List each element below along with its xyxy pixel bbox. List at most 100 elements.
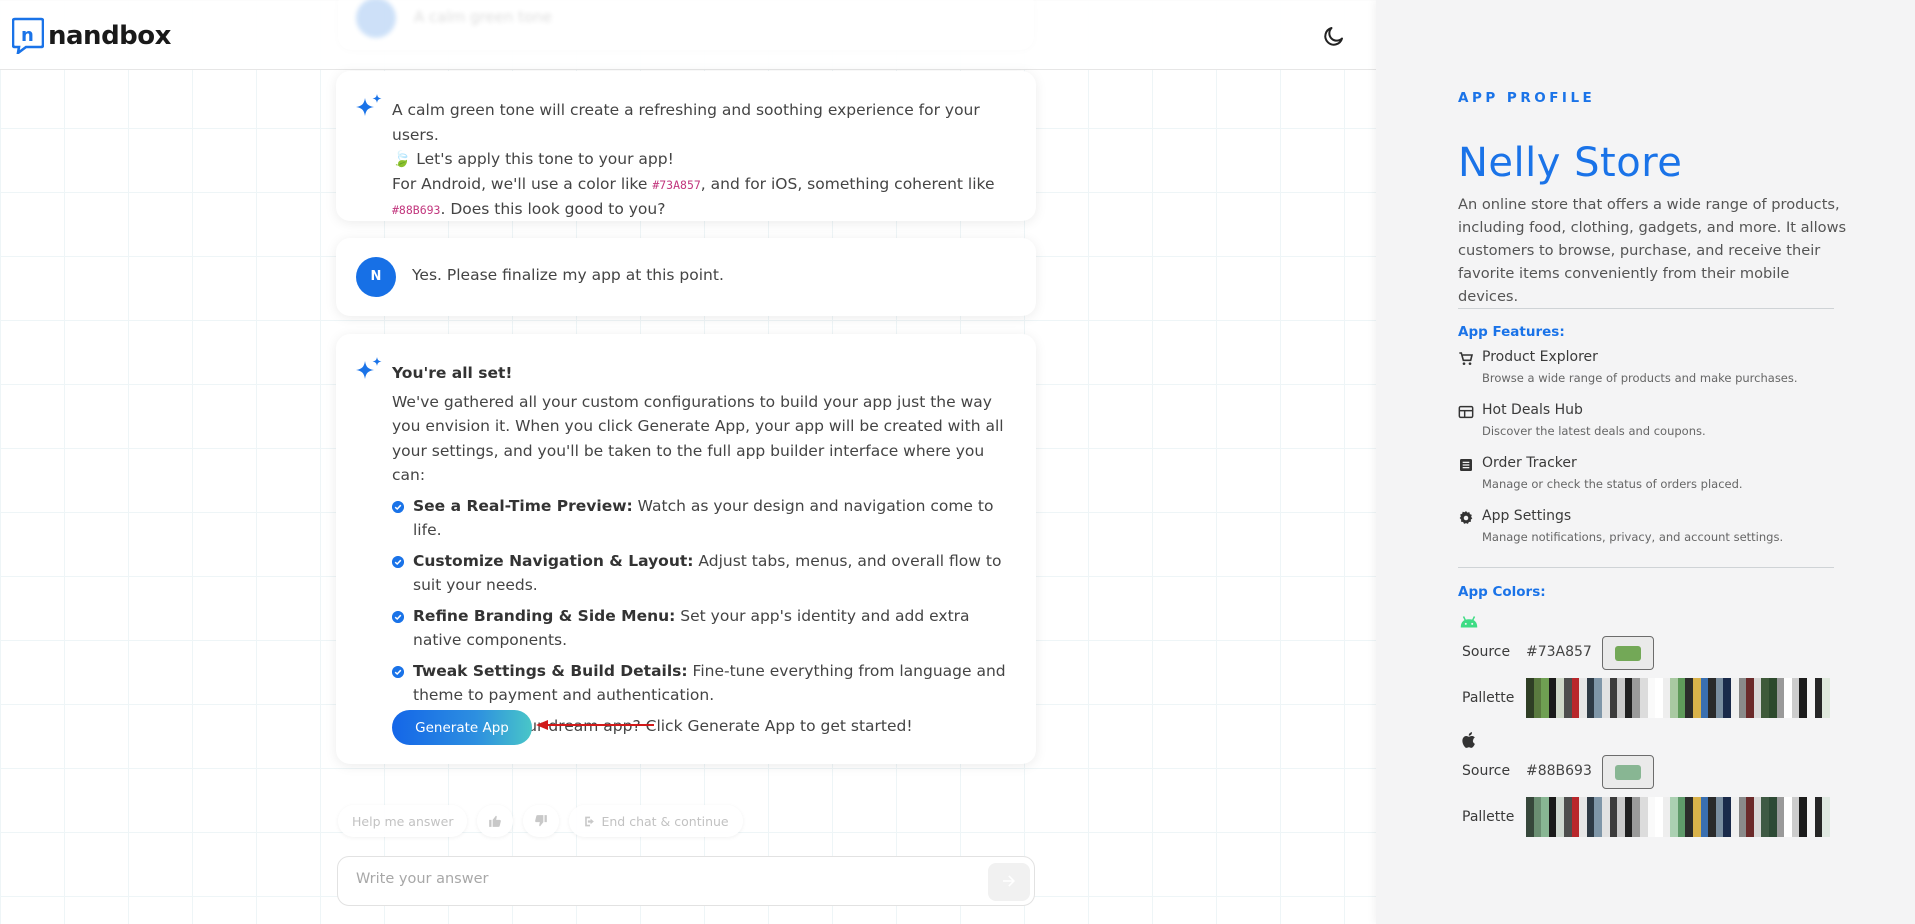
palette-swatch (1548, 797, 1557, 837)
gear-icon (1459, 511, 1473, 524)
capability-title: Refine Branding & Side Menu: (413, 606, 676, 625)
palette-swatch (1571, 797, 1580, 837)
dislike-button[interactable] (523, 805, 560, 837)
assistant-message-card: A calm green tone will create a refreshi… (336, 71, 1036, 221)
palette-swatch (1670, 678, 1678, 718)
ios-palette-row: Pallette (1462, 797, 1842, 837)
moon-icon (1324, 27, 1343, 46)
assistant-summary-card: You're all set! We've gathered all your … (336, 334, 1036, 764)
list-document-icon (1460, 459, 1472, 471)
user-message-card: N Yes. Please finalize my app at this po… (336, 238, 1036, 316)
palette-swatch (1693, 797, 1701, 837)
android-source-hex: #73A857 (1526, 644, 1592, 660)
answer-composer (337, 856, 1035, 906)
palette-swatch (1731, 797, 1739, 837)
colors-title: App Colors: (1458, 584, 1546, 600)
palette-swatch (1647, 797, 1656, 837)
nandbox-logo[interactable]: n nandbox (11, 17, 171, 56)
palette-swatch (1784, 797, 1792, 837)
palette-swatch (1677, 678, 1686, 718)
faded-message-card: A calm green tone (338, 0, 1034, 50)
check-circle-icon (392, 610, 404, 623)
divider (1458, 308, 1834, 309)
palette-swatch (1624, 678, 1633, 718)
capability-item: Customize Navigation & Layout: Adjust ta… (392, 549, 1018, 598)
palette-swatch (1556, 797, 1564, 837)
like-button[interactable] (477, 805, 514, 837)
android-swatch-fill (1615, 646, 1641, 661)
help-me-answer-chip[interactable]: Help me answer (338, 805, 468, 837)
send-button[interactable] (988, 863, 1030, 901)
exit-icon (585, 816, 595, 826)
capability-title: See a Real-Time Preview: (413, 496, 633, 515)
palette-swatch (1776, 797, 1785, 837)
capability-title: Tweak Settings & Build Details: (413, 661, 688, 680)
palette-swatch (1639, 797, 1648, 837)
palette-swatch (1624, 797, 1633, 837)
ios-source-hex: #88B693 (1526, 763, 1592, 779)
android-color-code: #73A857 (652, 177, 701, 192)
palette-swatch (1769, 797, 1777, 837)
ios-color-swatch[interactable] (1602, 755, 1654, 789)
answer-input[interactable] (356, 871, 956, 887)
app-description: An online store that offers a wide range… (1458, 196, 1847, 305)
end-chat-chip[interactable]: End chat & continue (569, 805, 743, 837)
palette-swatch (1526, 678, 1534, 718)
annotation-arrow-icon (536, 720, 654, 730)
end-chat-label: End chat & continue (601, 813, 729, 829)
palette-swatch (1708, 678, 1716, 718)
summary-title: You're all set! (392, 364, 513, 382)
palette-swatch (1586, 678, 1595, 718)
palette-swatch (1541, 797, 1549, 837)
feature-title: App Settings (1482, 508, 1572, 524)
palette-swatch (1670, 797, 1678, 837)
palette-swatch (1541, 678, 1549, 718)
palette-swatch (1784, 678, 1792, 718)
palette-swatch (1761, 797, 1769, 837)
palette-swatch (1753, 797, 1762, 837)
palette-swatch (1731, 678, 1739, 718)
message-line: A calm green tone will create a refreshi… (392, 101, 980, 144)
message-line: For Android, we'll use a color like #73A… (392, 172, 1018, 198)
check-circle-icon (392, 500, 404, 513)
feature-desc: Manage notifications, privacy, and accou… (1482, 530, 1784, 544)
android-source-row: Source #73A857 (1462, 636, 1842, 670)
palette-swatch (1609, 797, 1618, 837)
feature-desc: Browse a wide range of products and make… (1482, 371, 1798, 385)
palette-swatch (1799, 797, 1807, 837)
app-profile-panel: APP PROFILE Nelly Store An online store … (1376, 0, 1915, 924)
ios-palette-strip (1526, 797, 1830, 837)
palette-swatch (1738, 797, 1747, 837)
palette-swatch (1655, 678, 1663, 718)
android-icon (1460, 616, 1478, 628)
palette-label: Pallette (1462, 809, 1515, 825)
palette-swatch (1579, 797, 1587, 837)
feature-desc: Discover the latest deals and coupons. (1482, 424, 1706, 438)
palette-swatch (1776, 678, 1785, 718)
user-avatar: N (356, 257, 396, 297)
palette-swatch (1617, 678, 1625, 718)
android-color-swatch[interactable] (1602, 636, 1654, 670)
feature-title: Hot Deals Hub (1482, 402, 1583, 418)
palette-swatch (1822, 797, 1830, 837)
palette-swatch (1594, 797, 1602, 837)
generate-app-button[interactable]: Generate App (392, 710, 532, 745)
palette-swatch (1822, 678, 1830, 718)
message-line-text: Let's apply this tone to your app! (416, 150, 674, 168)
palette-swatch (1526, 797, 1534, 837)
palette-swatch (1579, 678, 1587, 718)
feature-desc: Manage or check the status of orders pla… (1482, 477, 1743, 491)
palette-swatch (1548, 678, 1557, 718)
check-circle-icon (392, 555, 404, 568)
dark-mode-toggle[interactable] (1322, 24, 1346, 48)
palette-swatch (1693, 678, 1701, 718)
thumbs-down-icon (535, 815, 548, 827)
capability-title: Customize Navigation & Layout: (413, 551, 694, 570)
palette-swatch (1814, 678, 1823, 718)
palette-swatch (1715, 797, 1724, 837)
palette-swatch (1814, 797, 1823, 837)
message-line-text: For Android, we'll use a color like (392, 174, 653, 193)
summary-intro: We've gathered all your custom configura… (392, 392, 1004, 485)
palette-swatch (1563, 678, 1572, 718)
palette-swatch (1662, 678, 1671, 718)
